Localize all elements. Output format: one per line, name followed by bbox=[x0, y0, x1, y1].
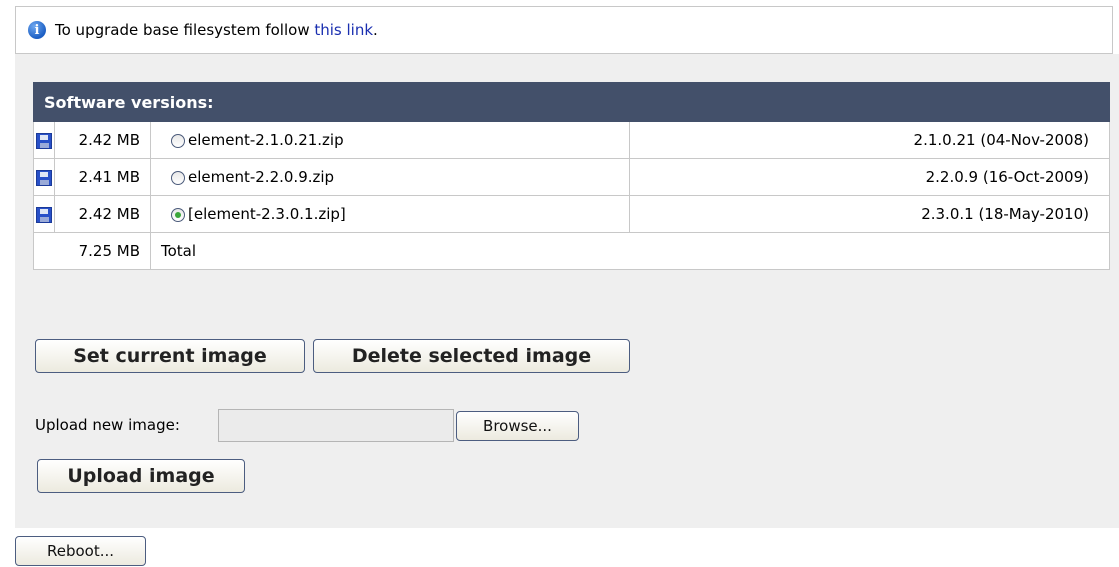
delete-selected-image-button[interactable]: Delete selected image bbox=[313, 339, 630, 373]
size-cell: 2.42 MB bbox=[54, 195, 151, 233]
notice-text: To upgrade base filesystem follow this l… bbox=[55, 21, 378, 39]
notice-text-after: . bbox=[373, 21, 378, 39]
total-row: 7.25 MB Total bbox=[33, 232, 1110, 270]
floppy-disk-icon[interactable] bbox=[36, 206, 52, 223]
size-cell: 2.41 MB bbox=[54, 158, 151, 196]
download-cell[interactable] bbox=[33, 158, 55, 196]
total-label: Total bbox=[150, 232, 1110, 270]
upload-image-button[interactable]: Upload image bbox=[37, 459, 245, 493]
browse-button[interactable]: Browse... bbox=[456, 411, 579, 441]
floppy-disk-icon[interactable] bbox=[36, 169, 52, 186]
version-cell: 2.3.0.1 (18-May-2010) bbox=[628, 195, 1111, 233]
notice-text-before: To upgrade base filesystem follow bbox=[55, 21, 315, 39]
upgrade-notice: i To upgrade base filesystem follow this… bbox=[15, 6, 1113, 54]
size-cell: 2.42 MB bbox=[54, 121, 151, 159]
version-cell: 2.1.0.21 (04-Nov-2008) bbox=[628, 121, 1111, 159]
file-cell[interactable]: element-2.2.0.9.zip bbox=[150, 158, 630, 196]
table-header: Software versions: bbox=[33, 82, 1110, 122]
floppy-disk-icon[interactable] bbox=[36, 132, 52, 149]
file-name: element-2.1.0.21.zip bbox=[188, 131, 344, 149]
table-row: 2.41 MB element-2.2.0.9.zip 2.2.0.9 (16-… bbox=[33, 158, 1111, 196]
radio-button-selected[interactable] bbox=[171, 207, 185, 222]
upgrade-link[interactable]: this link bbox=[314, 21, 373, 39]
download-cell[interactable] bbox=[33, 121, 55, 159]
file-cell[interactable]: [element-2.3.0.1.zip] bbox=[150, 195, 630, 233]
software-panel: Software versions: 2.42 MB element-2.1.0… bbox=[15, 54, 1119, 528]
upload-label: Upload new image: bbox=[35, 416, 180, 434]
total-size: 7.25 MB bbox=[54, 232, 151, 270]
version-cell: 2.2.0.9 (16-Oct-2009) bbox=[628, 158, 1111, 196]
upload-file-input[interactable] bbox=[218, 409, 454, 442]
radio-button[interactable] bbox=[171, 170, 185, 185]
info-icon: i bbox=[28, 21, 46, 39]
download-cell[interactable] bbox=[33, 195, 55, 233]
table-row: 2.42 MB [element-2.3.0.1.zip] 2.3.0.1 (1… bbox=[33, 195, 1111, 233]
reboot-button[interactable]: Reboot... bbox=[15, 536, 146, 566]
set-current-image-button[interactable]: Set current image bbox=[35, 339, 305, 373]
radio-button[interactable] bbox=[171, 133, 185, 148]
table-row: 2.42 MB element-2.1.0.21.zip 2.1.0.21 (0… bbox=[33, 121, 1111, 159]
file-name: element-2.2.0.9.zip bbox=[188, 168, 335, 186]
empty-cell bbox=[33, 232, 55, 270]
file-name: [element-2.3.0.1.zip] bbox=[188, 205, 346, 223]
software-versions-table: Software versions: 2.42 MB element-2.1.0… bbox=[33, 82, 1111, 270]
file-cell[interactable]: element-2.1.0.21.zip bbox=[150, 121, 630, 159]
